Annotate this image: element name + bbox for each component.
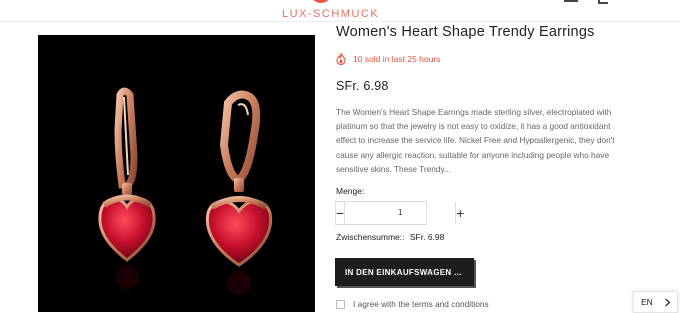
add-to-cart-button[interactable]: IN DEN EINKAUFSWAGEN ... — [335, 258, 474, 286]
product-title: Women's Heart Shape Trendy Earrings — [336, 24, 595, 40]
quantity-stepper: − + — [335, 201, 464, 225]
flame-icon — [336, 53, 346, 65]
subtotal-label: Zwischensumme:: — [336, 232, 405, 242]
sold-text: 10 sold in last 25 hours — [353, 54, 441, 64]
right-earring — [205, 90, 273, 295]
subtotal-value: SFr. 6.98 — [409, 232, 445, 242]
subtotal: Zwischensumme:: SFr. 6.98 — [336, 232, 444, 242]
cart-icon[interactable] — [598, 0, 608, 4]
product-image[interactable] — [38, 35, 315, 312]
language-code: EN — [641, 297, 653, 307]
quantity-label: Menge: — [336, 186, 365, 196]
product-description: The Women's Heart Shape Earrings made st… — [336, 107, 615, 174]
logo-icon[interactable] — [310, 0, 332, 3]
left-earring — [98, 87, 156, 290]
quantity-decrease-button[interactable]: − — [336, 202, 346, 224]
terms-checkbox[interactable] — [336, 299, 345, 309]
language-selector[interactable]: EN — [633, 291, 678, 313]
quantity-increase-button[interactable]: + — [455, 202, 464, 224]
terms-agreement: I agree with the terms and conditions — [336, 299, 489, 309]
quantity-input[interactable] — [345, 202, 456, 224]
site-header: LUX-SCHMUCK — [0, 0, 680, 22]
earrings-illustration — [98, 87, 273, 295]
logo-text[interactable]: LUX-SCHMUCK — [282, 8, 379, 20]
terms-label[interactable]: I agree with the terms and conditions — [353, 299, 489, 309]
chevron-right-icon — [665, 298, 671, 306]
product-price: SFr. 6.98 — [336, 79, 389, 93]
menu-icon[interactable] — [564, 0, 578, 2]
sold-indicator: 10 sold in last 25 hours — [336, 53, 440, 65]
